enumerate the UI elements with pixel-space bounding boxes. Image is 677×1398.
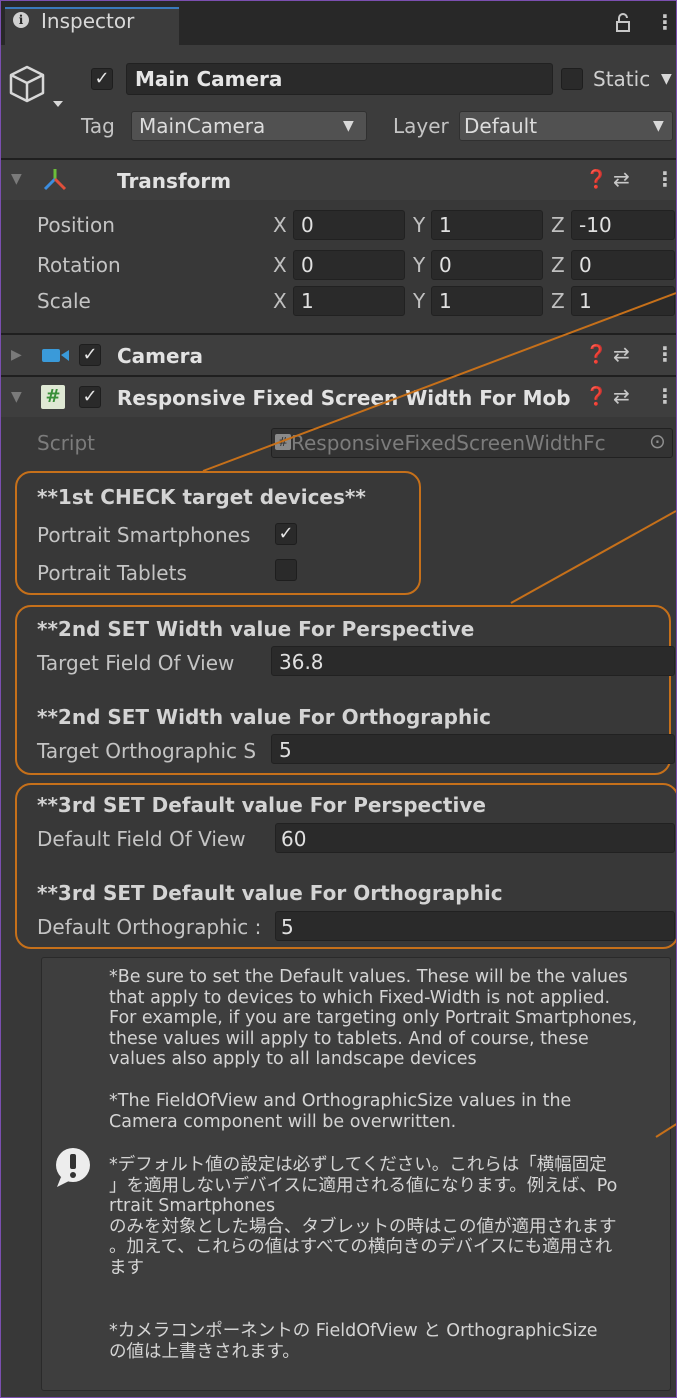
transform-icon — [41, 167, 69, 197]
static-checkbox[interactable] — [561, 68, 583, 90]
camera-title: Camera — [117, 344, 203, 368]
active-checkbox[interactable]: ✓ — [91, 68, 113, 90]
scale-x-value: 1 — [301, 289, 314, 313]
chevron-down-icon: ▼ — [343, 118, 354, 134]
camera-header[interactable] — [1, 335, 676, 375]
kebab-menu-icon[interactable]: ⋮ — [655, 10, 675, 34]
presets-icon[interactable]: ⇄ — [613, 167, 630, 191]
axis-x-label[interactable]: X — [273, 289, 287, 313]
lock-icon[interactable] — [615, 13, 631, 38]
portrait-smartphones-checkbox[interactable]: ✓ — [275, 523, 297, 545]
info-icon: i — [13, 12, 29, 28]
tag-label: Tag — [81, 114, 115, 138]
default-fov-label: Default Field Of View — [37, 827, 246, 851]
static-label[interactable]: Static — [593, 67, 650, 91]
default-fov-value: 60 — [281, 827, 307, 851]
scale-y-value: 1 — [439, 289, 452, 313]
tag-value: MainCamera — [139, 114, 266, 138]
rotation-label: Rotation — [37, 253, 121, 277]
section2-heading-orthographic: **2nd SET Width value For Orthographic — [37, 705, 491, 729]
portrait-smartphones-label: Portrait Smartphones — [37, 523, 251, 547]
help-paragraph-4: *カメラコンポーネントの FieldOfView と OrthographicS… — [109, 1321, 598, 1362]
rotation-x-value: 0 — [301, 253, 314, 277]
help-paragraph-2: *The FieldOfView and OrthographicSize va… — [109, 1091, 572, 1132]
name-field-text: Main Camera — [135, 67, 283, 91]
help-paragraph-1: *Be sure to set the Default values. Thes… — [109, 967, 638, 1069]
transform-header[interactable] — [1, 160, 676, 200]
layer-value: Default — [464, 114, 538, 138]
position-label: Position — [37, 213, 115, 237]
script-file-icon: # — [275, 434, 291, 450]
target-fov-value: 36.8 — [279, 650, 324, 674]
script-label: Script — [37, 431, 96, 455]
camera-enabled-checkbox[interactable]: ✓ — [79, 344, 101, 366]
section2-heading-perspective: **2nd SET Width value For Perspective — [37, 617, 475, 641]
position-x-value: 0 — [301, 213, 314, 237]
foldout-arrow-icon[interactable]: ▼ — [11, 389, 22, 405]
tab-title: Inspector — [41, 9, 135, 33]
layer-label: Layer — [393, 114, 449, 138]
section3-heading-orthographic: **3rd SET Default value For Orthographic — [37, 881, 503, 905]
rotation-z-value: 0 — [579, 253, 592, 277]
transform-title: Transform — [117, 169, 232, 193]
presets-icon[interactable]: ⇄ — [613, 384, 630, 408]
default-ortho-label: Default Orthographic : — [37, 915, 262, 939]
warning-exclamation-icon — [53, 1147, 93, 1187]
kebab-menu-icon[interactable]: ⋮ — [655, 342, 675, 366]
cube-icon[interactable] — [7, 63, 63, 119]
scale-z-value: 1 — [579, 289, 592, 313]
position-y-value: 1 — [439, 213, 452, 237]
kebab-menu-icon[interactable]: ⋮ — [655, 167, 675, 191]
kebab-menu-icon[interactable]: ⋮ — [655, 384, 675, 408]
static-dropdown-arrow-icon[interactable]: ▼ — [661, 71, 672, 87]
section3-heading-perspective: **3rd SET Default value For Perspective — [37, 793, 486, 817]
section1-heading: **1st CHECK target devices** — [37, 485, 366, 509]
chevron-down-icon: ▼ — [653, 118, 664, 134]
help-icon[interactable]: ❓ — [585, 169, 607, 190]
rotation-y-value: 0 — [439, 253, 452, 277]
object-picker-icon[interactable]: ⊙ — [649, 429, 666, 453]
help-icon[interactable]: ❓ — [585, 386, 607, 407]
foldout-arrow-icon[interactable]: ▼ — [11, 171, 22, 187]
script-component-title: Responsive Fixed Screen Width For Mob — [117, 386, 571, 410]
script-icon: # — [41, 385, 65, 409]
target-ortho-label: Target Orthographic S — [37, 739, 257, 763]
annotation-line — [510, 510, 676, 604]
portrait-tablets-checkbox[interactable] — [275, 559, 297, 581]
axis-z-label[interactable]: Z — [551, 253, 565, 277]
foldout-arrow-icon[interactable]: ▶ — [11, 347, 22, 363]
scale-label: Scale — [37, 289, 91, 313]
target-ortho-field[interactable] — [271, 734, 675, 764]
default-ortho-value: 5 — [281, 915, 294, 939]
position-z-value: -10 — [579, 213, 612, 237]
axis-y-label[interactable]: Y — [413, 253, 425, 277]
axis-z-label[interactable]: Z — [551, 289, 565, 313]
axis-y-label[interactable]: Y — [413, 213, 425, 237]
axis-z-label[interactable]: Z — [551, 213, 565, 237]
axis-x-label[interactable]: X — [273, 253, 287, 277]
axis-y-label[interactable]: Y — [413, 289, 425, 313]
portrait-tablets-label: Portrait Tablets — [37, 561, 187, 585]
inspector-window: i Inspector ⋮ ✓ Main Camera Static ▼ Tag… — [0, 0, 677, 1398]
presets-icon[interactable]: ⇄ — [613, 342, 630, 366]
axis-x-label[interactable]: X — [273, 213, 287, 237]
script-reference-value: ResponsiveFixedScreenWidthFc — [291, 431, 606, 455]
target-ortho-value: 5 — [279, 738, 292, 762]
default-ortho-field[interactable] — [275, 911, 675, 941]
target-fov-label: Target Field Of View — [37, 651, 235, 675]
script-enabled-checkbox[interactable]: ✓ — [79, 386, 101, 408]
help-paragraph-3: *デフォルト値の設定は必ずしてください。これらは「横幅固定 」を適用しないデバイ… — [109, 1155, 618, 1278]
help-icon[interactable]: ❓ — [585, 344, 607, 365]
target-fov-field[interactable] — [271, 646, 675, 676]
camera-icon — [41, 345, 71, 369]
default-fov-field[interactable] — [275, 823, 675, 853]
